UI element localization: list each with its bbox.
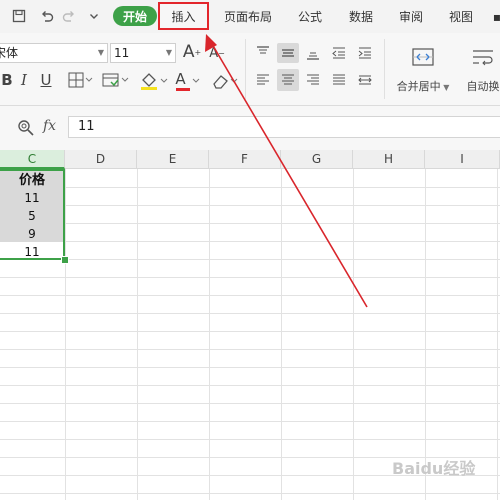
grid-line [209,169,210,500]
increase-indent-icon[interactable] [355,43,375,63]
grid-line [281,169,282,500]
zoom-search-icon[interactable] [17,119,35,137]
grid-line [0,295,500,296]
font-name-value: 宋体 [0,46,19,60]
eraser-icon [213,75,238,89]
borders-icon [68,72,93,88]
wrap-text-icon [473,50,493,66]
menu-bar: 开始 插入 页面布局 公式 数据 审阅 视图 ▪ [0,0,500,33]
spreadsheet-grid: C D E F G H I 价格 11 5 9 11 [0,150,500,500]
tab-formulas[interactable]: 公式 [293,0,327,33]
borders-button[interactable] [66,70,96,90]
save-icon[interactable] [10,6,28,26]
grid-line [137,169,138,500]
column-header-f[interactable]: F [209,150,281,169]
decrease-indent-icon[interactable] [329,43,349,63]
shrink-font-label: A [209,45,219,61]
grid-line [0,187,500,188]
merge-center-label: 合并居中 [396,80,441,93]
fill-color-button[interactable] [138,70,170,92]
grid-line [0,385,500,386]
cell-style-button[interactable] [101,70,131,90]
grid-line [0,403,500,404]
auto-wrap-label: 自动换 [466,80,500,93]
auto-wrap-button[interactable]: 自动换 [462,37,500,103]
undo-icon[interactable] [38,6,56,26]
align-top-icon[interactable] [253,43,273,63]
grid-line [0,205,500,206]
align-right-icon[interactable] [303,70,323,90]
ribbon: 宋体 ▼ 11 ▼ A + A − B I U A 合并居中 ▼ 自动换 [0,33,500,106]
grow-font-label: A [182,42,195,62]
grid-line [497,169,498,500]
grid-line [65,169,66,500]
font-color-label: A [175,70,186,88]
paint-bucket-icon [141,73,168,90]
tab-insert[interactable]: 插入 [158,2,209,30]
justify-icon[interactable] [329,70,349,90]
fill-handle[interactable] [61,256,69,264]
grid-line [0,223,500,224]
column-header-e[interactable]: E [137,150,209,169]
formula-bar: fx 11 [0,106,500,150]
font-color-button[interactable]: A [173,70,203,92]
grid-line [0,367,500,368]
chevron-down-icon: ▼ [165,48,172,57]
grid-line [0,277,500,278]
grid-line [0,421,500,422]
quick-access-dropdown-icon[interactable] [85,6,103,26]
grid-line [0,241,500,242]
tab-data[interactable]: 数据 [344,0,378,33]
column-header-g[interactable]: G [281,150,353,169]
clear-format-button[interactable] [210,70,240,92]
bold-button[interactable]: B [0,70,14,90]
grid-line [0,331,500,332]
chevron-down-icon: ▼ [97,48,104,57]
merge-center-button[interactable]: 合并居中 ▼ [396,37,449,103]
fx-icon[interactable]: fx [43,118,56,134]
column-header-i[interactable]: I [425,150,500,169]
tab-page-layout[interactable]: 页面布局 [220,0,276,33]
ribbon-separator [245,39,246,99]
font-size-select[interactable]: 11 ▼ [110,43,176,63]
grid-line [0,439,500,440]
tab-start[interactable]: 开始 [113,6,157,26]
tab-review[interactable]: 审阅 [394,0,428,33]
distributed-align-icon[interactable] [355,70,375,90]
selection-border [0,169,65,260]
underline-button[interactable]: U [38,70,54,90]
grid-line [0,313,500,314]
column-header-h[interactable]: H [353,150,425,169]
align-left-icon[interactable] [253,70,273,90]
align-bottom-icon[interactable] [303,43,323,63]
grid-line [0,349,500,350]
italic-button[interactable]: I [16,70,32,90]
chevron-down-icon [192,78,199,83]
formula-input[interactable]: 11 [68,116,500,138]
grid-line [353,169,354,500]
tab-more[interactable]: ▪ [490,0,500,33]
shrink-font-button[interactable]: A − [207,43,227,63]
font-color-swatch [176,88,190,91]
redo-icon[interactable] [60,6,78,26]
font-size-value: 11 [114,46,130,60]
merge-cells-icon [412,48,434,66]
column-header-d[interactable]: D [65,150,137,169]
grid-line [0,259,500,260]
cell-style-icon [102,73,129,87]
grid-line [425,169,426,500]
font-name-select[interactable]: 宋体 ▼ [0,43,108,63]
column-header-c[interactable]: C [0,150,65,169]
watermark-text: Baidu经验 [392,459,476,478]
align-middle-icon[interactable] [277,43,299,63]
align-center-icon[interactable] [277,69,299,91]
grid-line [0,493,500,494]
grow-font-button[interactable]: A + [181,41,203,63]
ribbon-separator [384,39,385,99]
baidu-watermark: Baidu经验 [392,455,475,479]
tab-view[interactable]: 视图 [444,0,478,33]
